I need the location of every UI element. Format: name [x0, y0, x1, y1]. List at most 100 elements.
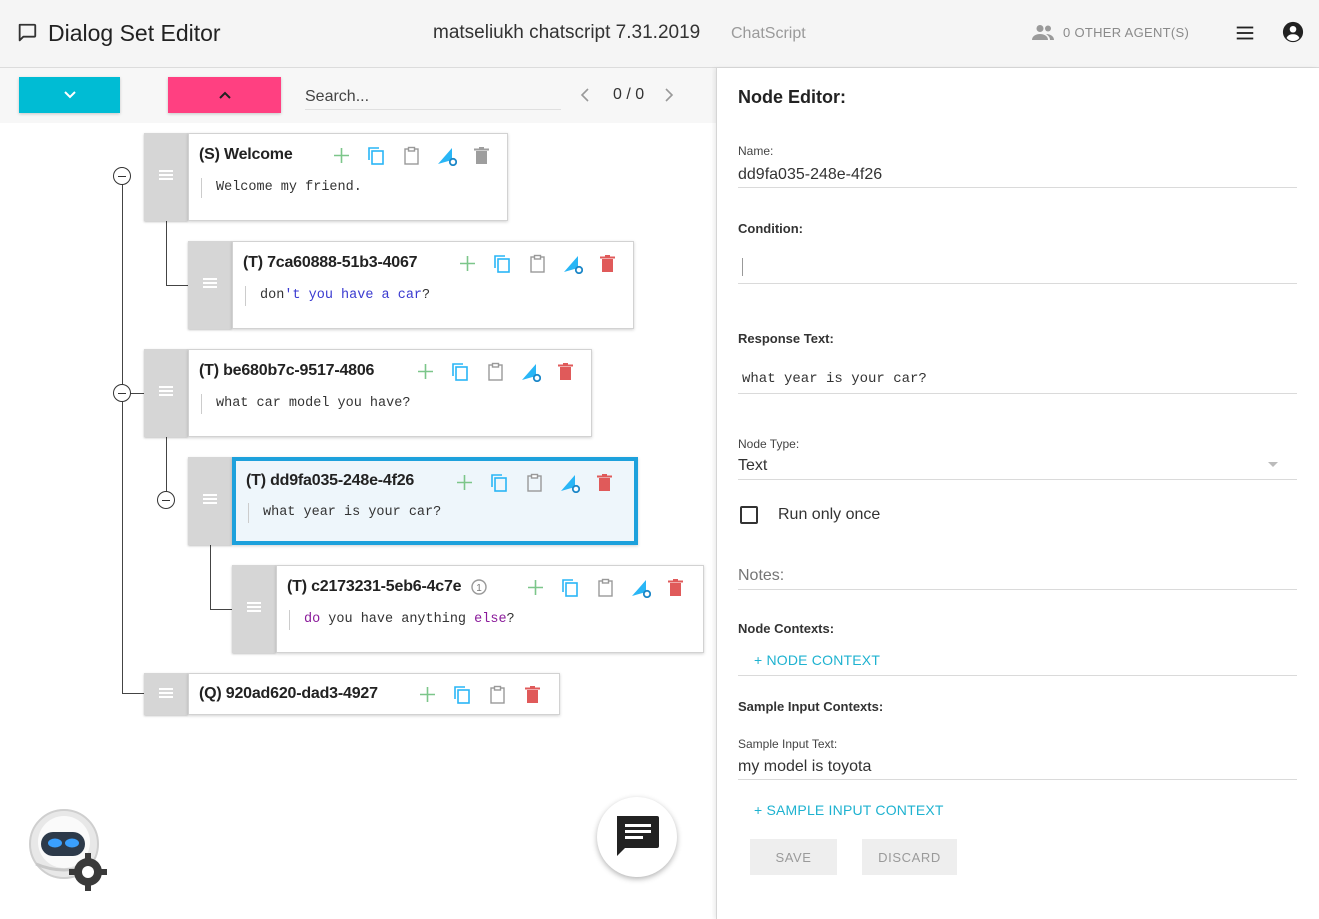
add-icon[interactable] [415, 361, 436, 382]
chevron-up-icon [218, 91, 231, 99]
bot-settings-avatar[interactable] [26, 808, 108, 892]
delete-icon[interactable] [597, 253, 618, 274]
copy-icon[interactable] [450, 361, 471, 382]
collapse-toggle[interactable] [157, 491, 175, 509]
paste-icon[interactable] [595, 577, 616, 598]
copy-icon[interactable] [492, 253, 513, 274]
svg-text:1: 1 [476, 583, 482, 594]
node-settings-icon[interactable] [559, 472, 581, 493]
panel-title: Node Editor: [738, 87, 846, 107]
node-settings-icon[interactable] [562, 253, 584, 274]
add-icon[interactable] [454, 472, 475, 493]
dialog-node[interactable]: (T) c2173231-5eb6-4c7e 1 do you have any… [232, 565, 704, 653]
copy-icon[interactable] [560, 577, 581, 598]
copy-icon[interactable] [366, 145, 387, 166]
dialog-node-selected[interactable]: (T) dd9fa035-248e-4f26 what year is your… [188, 457, 638, 545]
node-title: (Q) 920ad620-dad3-4927 [199, 685, 378, 702]
add-node-context-button[interactable]: + NODE CONTEXT [754, 652, 880, 668]
delete-icon[interactable] [594, 472, 615, 493]
node-response-text: what year is your car? [248, 503, 441, 523]
drag-handle[interactable] [232, 565, 276, 653]
node-actions [415, 360, 576, 382]
dialog-node[interactable]: (T) be680b7c-9517-4806 what car model yo… [144, 349, 592, 437]
dialog-node[interactable]: (Q) 920ad620-dad3-4927 [144, 673, 560, 715]
copy-icon[interactable] [489, 472, 510, 493]
node-type-select[interactable]: Text [738, 454, 1297, 480]
add-icon[interactable] [525, 577, 546, 598]
paste-icon[interactable] [401, 145, 422, 166]
chevron-right-icon[interactable] [662, 85, 676, 105]
node-settings-icon[interactable] [436, 145, 458, 166]
sample-input-text-field[interactable] [738, 754, 1297, 780]
paste-icon[interactable] [485, 361, 506, 382]
text-segment: ? [422, 288, 431, 303]
repeat-icon: 1 [469, 577, 489, 597]
add-sample-input-context-button[interactable]: + SAMPLE INPUT CONTEXT [754, 802, 944, 818]
node-contexts-label: Node Contexts: [738, 621, 835, 636]
discard-button[interactable]: DISCARD [862, 839, 957, 875]
paste-icon[interactable] [527, 253, 548, 274]
project-title: matseliukh chatscript 7.31.2019 [433, 22, 701, 43]
paste-icon[interactable] [487, 684, 508, 705]
tree-connector [122, 693, 145, 694]
node-settings-icon[interactable] [630, 577, 652, 598]
text-segment: 't you have a car [284, 288, 423, 303]
collapse-all-button[interactable] [168, 77, 281, 113]
expand-all-button[interactable] [19, 77, 120, 113]
condition-field[interactable] [738, 252, 1297, 284]
people-icon [1032, 25, 1054, 40]
chat-icon [617, 816, 659, 856]
node-card: (S) Welcome Welcome my friend. [188, 133, 508, 221]
response-text-label: Response Text: [738, 331, 834, 346]
node-actions [525, 576, 686, 598]
notes-field[interactable] [738, 562, 1297, 590]
add-icon[interactable] [331, 145, 352, 166]
other-agents-label: 0 OTHER AGENT(S) [1063, 24, 1190, 40]
run-only-once-checkbox[interactable] [740, 506, 758, 524]
collapse-toggle[interactable] [113, 384, 131, 402]
sample-input-text-label: Sample Input Text: [738, 737, 838, 751]
add-icon[interactable] [457, 253, 478, 274]
node-card: (T) be680b7c-9517-4806 what car model yo… [188, 349, 592, 437]
run-only-once-label: Run only once [778, 506, 881, 523]
dialog-node[interactable]: (T) 7ca60888-51b3-4067 don't you have a … [188, 241, 634, 329]
save-button[interactable]: SAVE [750, 839, 837, 875]
text-segment: don [260, 288, 285, 303]
delete-icon[interactable] [665, 577, 686, 598]
tree-toolbar: 0 / 0 [0, 68, 716, 123]
chat-fab-button[interactable] [597, 797, 677, 877]
delete-icon[interactable] [555, 361, 576, 382]
drag-handle[interactable] [144, 349, 188, 437]
other-agents-indicator: 0 OTHER AGENT(S) [1031, 24, 1189, 40]
drag-handle[interactable] [144, 133, 188, 221]
search-result-count: 0 / 0 [613, 86, 645, 103]
tree-connector [210, 545, 211, 609]
paste-icon[interactable] [524, 472, 545, 493]
node-title: (T) c2173231-5eb6-4c7e [287, 578, 462, 595]
name-field[interactable] [738, 162, 1297, 188]
drag-handle[interactable] [144, 673, 188, 715]
text-segment: ? [506, 612, 515, 627]
sample-input-contexts-label: Sample Input Contexts: [738, 699, 884, 714]
node-settings-icon[interactable] [520, 361, 542, 382]
dialog-node[interactable]: (S) Welcome Welcome my friend. [144, 133, 508, 221]
menu-icon[interactable] [1234, 22, 1256, 44]
collapse-toggle[interactable] [113, 167, 131, 185]
search-input[interactable] [305, 84, 561, 110]
copy-icon[interactable] [452, 684, 473, 705]
delete-icon[interactable] [522, 684, 543, 705]
drag-handle[interactable] [188, 457, 232, 545]
node-actions [417, 683, 543, 705]
node-response-text: what car model you have? [201, 394, 410, 414]
chevron-left-icon[interactable] [578, 85, 592, 105]
delete-icon[interactable] [471, 145, 492, 166]
chat-bubble-icon [18, 23, 37, 42]
account-icon[interactable] [1282, 21, 1304, 43]
add-icon[interactable] [417, 684, 438, 705]
tree-connector [122, 176, 123, 693]
tree-connector [166, 285, 189, 286]
response-text-field[interactable] [738, 364, 1297, 394]
drag-handle[interactable] [188, 241, 232, 329]
node-card: (Q) 920ad620-dad3-4927 [188, 673, 560, 715]
node-title: (T) 7ca60888-51b3-4067 [243, 254, 418, 271]
